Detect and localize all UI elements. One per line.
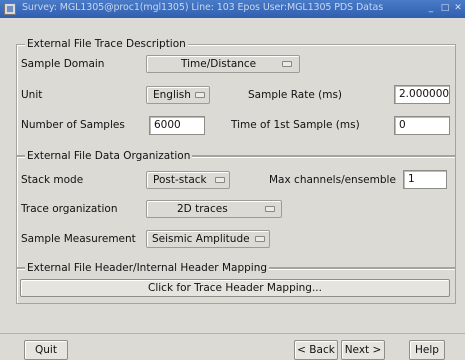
data-organization-group: External File Data Organization Stack mo… (16, 150, 456, 268)
sample-measurement-label: Sample Measurement (21, 233, 136, 245)
trace-organization-label: Trace organization (21, 203, 118, 215)
first-sample-time-field[interactable]: 0 (394, 116, 450, 135)
max-channels-field[interactable]: 1 (403, 170, 447, 189)
trace-organization-dropdown[interactable]: 2D traces (146, 200, 282, 218)
stack-mode-dropdown[interactable]: Post-stack (146, 171, 230, 189)
number-of-samples-label: Number of Samples (21, 119, 125, 131)
minimize-button[interactable]: _ (426, 3, 436, 14)
trace-header-mapping-button[interactable]: Click for Trace Header Mapping... (20, 279, 450, 297)
title-bar[interactable]: Survey: MGL1305@proc1(mgl1305) Line: 103… (0, 0, 465, 18)
dropdown-indicator-icon (265, 206, 275, 212)
dropdown-indicator-icon (282, 61, 292, 67)
help-button[interactable]: Help (409, 340, 445, 360)
back-button[interactable]: < Back (294, 340, 338, 360)
sample-domain-value: Time/Distance (181, 58, 257, 70)
max-channels-label: Max channels/ensemble (269, 174, 396, 186)
sample-rate-label: Sample Rate (ms) (248, 89, 343, 101)
trace-description-legend: External File Trace Description (25, 38, 188, 50)
trace-organization-value: 2D traces (177, 203, 228, 215)
stack-mode-label: Stack mode (21, 174, 84, 186)
trace-description-group: External File Trace Description Sample D… (16, 38, 456, 156)
stack-mode-value: Post-stack (153, 174, 207, 186)
unit-dropdown[interactable]: English (146, 86, 210, 104)
next-button[interactable]: Next > (341, 340, 385, 360)
number-of-samples-field[interactable]: 6000 (149, 116, 205, 135)
unit-value: English (153, 89, 191, 101)
dropdown-indicator-icon (215, 177, 225, 183)
data-organization-legend: External File Data Organization (25, 150, 193, 162)
sample-domain-label: Sample Domain (21, 58, 105, 70)
footer-separator (0, 333, 465, 334)
window-title: Survey: MGL1305@proc1(mgl1305) Line: 103… (22, 2, 384, 13)
unit-label: Unit (21, 89, 43, 101)
close-button[interactable]: ✕ (453, 3, 463, 14)
dropdown-indicator-icon (255, 236, 265, 242)
sample-measurement-dropdown[interactable]: Seismic Amplitude (146, 230, 270, 248)
sample-measurement-value: Seismic Amplitude (152, 233, 250, 245)
window-menu-icon[interactable] (4, 3, 16, 15)
sample-rate-field[interactable]: 2.000000 (394, 85, 450, 104)
sample-domain-dropdown[interactable]: Time/Distance (146, 55, 300, 73)
first-sample-time-label: Time of 1st Sample (ms) (231, 119, 360, 131)
dropdown-indicator-icon (195, 92, 205, 98)
dialog-panel: External File Trace Description Sample D… (8, 22, 457, 332)
maximize-button[interactable]: □ (440, 3, 450, 14)
header-mapping-group: External File Header/Internal Header Map… (16, 262, 456, 304)
header-mapping-legend: External File Header/Internal Header Map… (25, 262, 270, 274)
quit-button[interactable]: Quit (24, 340, 68, 360)
